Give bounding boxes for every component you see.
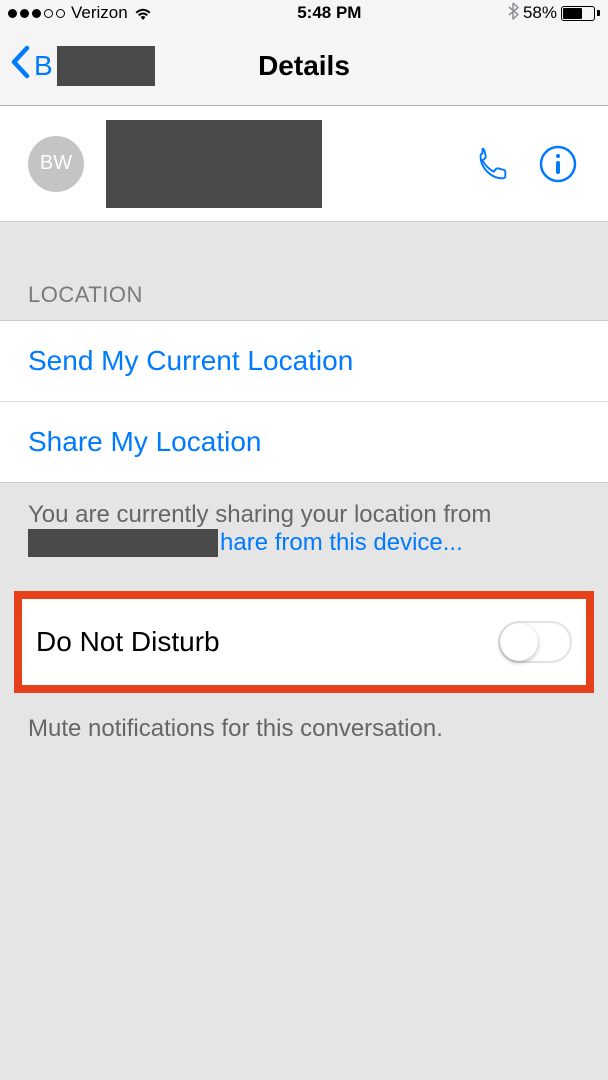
dnd-footer: Mute notifications for this conversation… [0, 693, 608, 765]
page-title: Details [258, 50, 350, 82]
status-bar: Verizon 5:48 PM 58% [0, 0, 608, 26]
highlight-annotation: Do Not Disturb [14, 591, 594, 693]
toggle-knob [500, 623, 538, 661]
redacted-block [28, 529, 218, 557]
send-current-location-button[interactable]: Send My Current Location [0, 321, 608, 402]
contact-actions [470, 142, 580, 186]
bluetooth-icon [507, 2, 519, 25]
avatar: BW [28, 136, 84, 192]
back-button[interactable]: B [10, 45, 155, 86]
status-right: 58% [507, 2, 600, 25]
redacted-block [106, 120, 322, 208]
section-header-location: LOCATION [0, 222, 608, 320]
call-button[interactable] [470, 142, 514, 186]
location-group: Send My Current Location Share My Locati… [0, 320, 608, 483]
redacted-block [57, 46, 155, 86]
info-button[interactable] [536, 142, 580, 186]
location-footer: You are currently sharing your location … [0, 483, 608, 591]
chevron-left-icon [10, 45, 30, 86]
nav-bar: B Details [0, 26, 608, 106]
do-not-disturb-label: Do Not Disturb [36, 626, 220, 658]
battery-icon [561, 6, 600, 21]
do-not-disturb-row: Do Not Disturb [22, 599, 586, 685]
share-from-device-link[interactable]: hare from this device... [220, 529, 463, 556]
battery-percent: 58% [523, 3, 557, 23]
back-label-prefix: B [34, 50, 53, 82]
clock: 5:48 PM [297, 3, 361, 23]
signal-strength-icon [8, 9, 65, 18]
location-footer-text: You are currently sharing your location … [28, 501, 491, 528]
carrier-label: Verizon [71, 3, 128, 23]
share-my-location-button[interactable]: Share My Location [0, 402, 608, 482]
do-not-disturb-toggle[interactable] [498, 621, 572, 663]
contact-row: BW [0, 106, 608, 222]
wifi-icon [134, 6, 152, 20]
status-left: Verizon [8, 3, 152, 23]
